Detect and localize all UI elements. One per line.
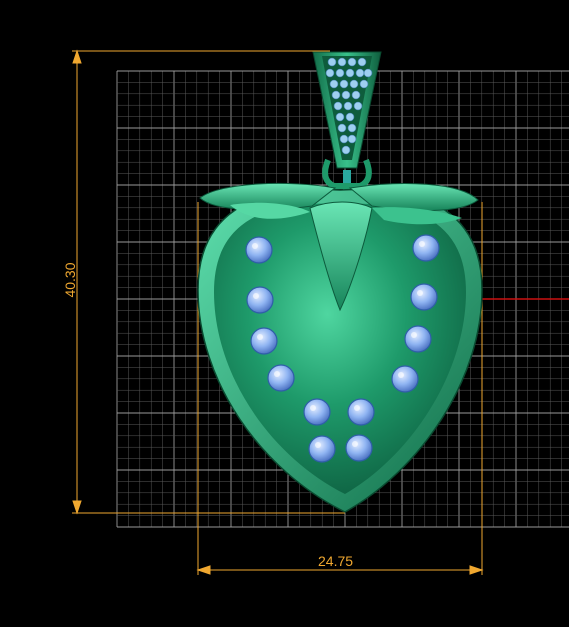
bail-stone xyxy=(331,90,341,100)
pendant-bail[interactable] xyxy=(312,51,382,190)
bail-stone xyxy=(339,79,349,89)
bail-stone xyxy=(363,68,373,78)
gemstone-7 xyxy=(267,364,295,392)
viewport-canvas[interactable] xyxy=(0,0,569,622)
bail-stone xyxy=(351,90,361,100)
bail-stone xyxy=(347,134,357,144)
bail-stone xyxy=(359,79,369,89)
gemstone-highlight xyxy=(253,293,259,299)
gemstone-2 xyxy=(412,234,440,262)
bail-stone xyxy=(347,57,357,67)
bail-stone xyxy=(345,68,355,78)
bail-stone xyxy=(341,90,351,100)
gemstone-highlight xyxy=(419,241,425,247)
bail-stone xyxy=(335,112,345,122)
bail-stone xyxy=(337,57,347,67)
bail-stone xyxy=(329,79,339,89)
bail-stone xyxy=(333,101,343,111)
bail-stone xyxy=(347,123,357,133)
gemstone-3 xyxy=(246,286,274,314)
gemstone-5 xyxy=(250,327,278,355)
gemstone-10 xyxy=(347,398,375,426)
gemstone-highlight xyxy=(257,334,263,340)
gemstone-highlight xyxy=(310,405,316,411)
gemstone-highlight xyxy=(315,442,321,448)
gemstone-8 xyxy=(391,365,419,393)
strawberry-pendant-model[interactable] xyxy=(197,51,483,513)
gemstone-1 xyxy=(245,236,273,264)
bail-stone xyxy=(343,101,353,111)
gemstone-highlight xyxy=(411,332,417,338)
cad-viewport[interactable]: 40.30 24.75 xyxy=(0,0,569,622)
gemstone-6 xyxy=(404,325,432,353)
gemstone-highlight xyxy=(354,405,360,411)
gemstone-9 xyxy=(303,398,331,426)
width-dimension-label: 24.75 xyxy=(318,553,354,569)
bail-stone xyxy=(349,79,359,89)
bail-stone xyxy=(341,145,351,155)
bail-stone xyxy=(357,57,367,67)
bail-stone xyxy=(355,68,365,78)
bail-stone xyxy=(353,101,363,111)
bail-stone xyxy=(345,112,355,122)
gemstone-highlight xyxy=(252,243,258,249)
height-dimension-label: 40.30 xyxy=(62,262,78,298)
gemstone-highlight xyxy=(398,372,404,378)
gemstone-highlight xyxy=(352,441,358,447)
gemstone-highlight xyxy=(274,371,280,377)
gemstone-4 xyxy=(410,283,438,311)
gemstone-11 xyxy=(308,435,336,463)
gemstone-12 xyxy=(345,434,373,462)
bail-stone xyxy=(327,57,337,67)
bail-stone xyxy=(337,123,347,133)
bail-stone xyxy=(339,134,349,144)
bail-stone xyxy=(335,68,345,78)
bail-stone xyxy=(325,68,335,78)
gemstone-highlight xyxy=(417,290,423,296)
